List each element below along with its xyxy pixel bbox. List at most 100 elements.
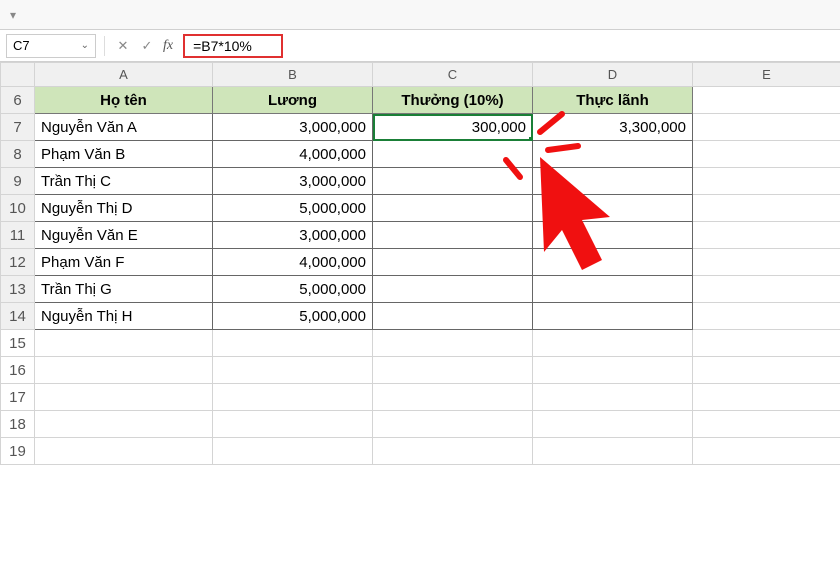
cell-E19[interactable] (693, 438, 840, 465)
cell-B16[interactable] (213, 357, 373, 384)
cell-D12[interactable] (533, 249, 693, 276)
row-9: 9 Trần Thị C 3,000,000 (1, 168, 840, 195)
cell-A11[interactable]: Nguyễn Văn E (35, 222, 213, 249)
cell-C12[interactable] (373, 249, 533, 276)
row-header-6[interactable]: 6 (1, 87, 35, 114)
cell-E11[interactable] (693, 222, 840, 249)
cell-C10[interactable] (373, 195, 533, 222)
cell-A17[interactable] (35, 384, 213, 411)
cell-D10[interactable] (533, 195, 693, 222)
select-all-corner[interactable] (1, 63, 35, 87)
fx-icon[interactable]: fx (163, 38, 173, 54)
cell-B14[interactable]: 5,000,000 (213, 303, 373, 330)
row-header-15[interactable]: 15 (1, 330, 35, 357)
cell-E12[interactable] (693, 249, 840, 276)
cell-C15[interactable] (373, 330, 533, 357)
cell-A15[interactable] (35, 330, 213, 357)
row-header-16[interactable]: 16 (1, 357, 35, 384)
cell-A14[interactable]: Nguyễn Thị H (35, 303, 213, 330)
cell-C16[interactable] (373, 357, 533, 384)
cell-D13[interactable] (533, 276, 693, 303)
cell-D11[interactable] (533, 222, 693, 249)
cell-C18[interactable] (373, 411, 533, 438)
cell-E8[interactable] (693, 141, 840, 168)
col-header-B[interactable]: B (213, 63, 373, 87)
cell-B11[interactable]: 3,000,000 (213, 222, 373, 249)
cell-C8[interactable] (373, 141, 533, 168)
chevron-down-icon[interactable]: ⌄ (81, 40, 89, 51)
row-header-7[interactable]: 7 (1, 114, 35, 141)
cell-C17[interactable] (373, 384, 533, 411)
cell-B17[interactable] (213, 384, 373, 411)
ribbon-dropdown-icon[interactable]: ▾ (10, 8, 16, 22)
cell-E13[interactable] (693, 276, 840, 303)
col-header-A[interactable]: A (35, 63, 213, 87)
cell-D9[interactable] (533, 168, 693, 195)
cell-A10[interactable]: Nguyễn Thị D (35, 195, 213, 222)
col-header-C[interactable]: C (373, 63, 533, 87)
confirm-formula-button[interactable]: ✓ (137, 36, 157, 56)
row-header-8[interactable]: 8 (1, 141, 35, 168)
cell-D18[interactable] (533, 411, 693, 438)
cell-D19[interactable] (533, 438, 693, 465)
row-header-19[interactable]: 19 (1, 438, 35, 465)
row-header-17[interactable]: 17 (1, 384, 35, 411)
cell-E14[interactable] (693, 303, 840, 330)
name-box[interactable]: C7 ⌄ (6, 34, 96, 58)
cell-C11[interactable] (373, 222, 533, 249)
cell-E7[interactable] (693, 114, 840, 141)
cell-D17[interactable] (533, 384, 693, 411)
cell-A13[interactable]: Trần Thị G (35, 276, 213, 303)
cell-A18[interactable] (35, 411, 213, 438)
cell-C7[interactable]: 300,000 (373, 114, 533, 141)
cell-E18[interactable] (693, 411, 840, 438)
cell-B13[interactable]: 5,000,000 (213, 276, 373, 303)
row-header-10[interactable]: 10 (1, 195, 35, 222)
cell-B9[interactable]: 3,000,000 (213, 168, 373, 195)
cell-C19[interactable] (373, 438, 533, 465)
cell-D14[interactable] (533, 303, 693, 330)
header-name[interactable]: Họ tên (35, 87, 213, 114)
cell-C14[interactable] (373, 303, 533, 330)
row-header-11[interactable]: 11 (1, 222, 35, 249)
header-net[interactable]: Thực lãnh (533, 87, 693, 114)
spreadsheet-grid[interactable]: A B C D E 6 Họ tên Lương Thưởng (10%) Th… (0, 62, 840, 465)
cell-A16[interactable] (35, 357, 213, 384)
cell-A19[interactable] (35, 438, 213, 465)
fill-handle[interactable] (529, 137, 533, 141)
col-header-E[interactable]: E (693, 63, 840, 87)
cell-B15[interactable] (213, 330, 373, 357)
cell-A12[interactable]: Phạm Văn F (35, 249, 213, 276)
cell-D16[interactable] (533, 357, 693, 384)
header-bonus[interactable]: Thưởng (10%) (373, 87, 533, 114)
header-salary[interactable]: Lương (213, 87, 373, 114)
cell-D15[interactable] (533, 330, 693, 357)
cell-B18[interactable] (213, 411, 373, 438)
row-header-12[interactable]: 12 (1, 249, 35, 276)
row-header-18[interactable]: 18 (1, 411, 35, 438)
row-header-9[interactable]: 9 (1, 168, 35, 195)
cell-B19[interactable] (213, 438, 373, 465)
row-header-13[interactable]: 13 (1, 276, 35, 303)
cell-A9[interactable]: Trần Thị C (35, 168, 213, 195)
cell-E15[interactable] (693, 330, 840, 357)
cell-B10[interactable]: 5,000,000 (213, 195, 373, 222)
cell-A7[interactable]: Nguyễn Văn A (35, 114, 213, 141)
cell-E9[interactable] (693, 168, 840, 195)
formula-input[interactable]: =B7*10% (183, 34, 283, 58)
cell-C9[interactable] (373, 168, 533, 195)
cell-A8[interactable]: Phạm Văn B (35, 141, 213, 168)
cell-E16[interactable] (693, 357, 840, 384)
cell-E6[interactable] (693, 87, 840, 114)
cell-B7[interactable]: 3,000,000 (213, 114, 373, 141)
cell-B12[interactable]: 4,000,000 (213, 249, 373, 276)
cell-D7[interactable]: 3,300,000 (533, 114, 693, 141)
row-header-14[interactable]: 14 (1, 303, 35, 330)
cancel-formula-button[interactable]: ✕ (113, 36, 133, 56)
col-header-D[interactable]: D (533, 63, 693, 87)
cell-E17[interactable] (693, 384, 840, 411)
cell-C13[interactable] (373, 276, 533, 303)
cell-B8[interactable]: 4,000,000 (213, 141, 373, 168)
cell-D8[interactable] (533, 141, 693, 168)
cell-E10[interactable] (693, 195, 840, 222)
